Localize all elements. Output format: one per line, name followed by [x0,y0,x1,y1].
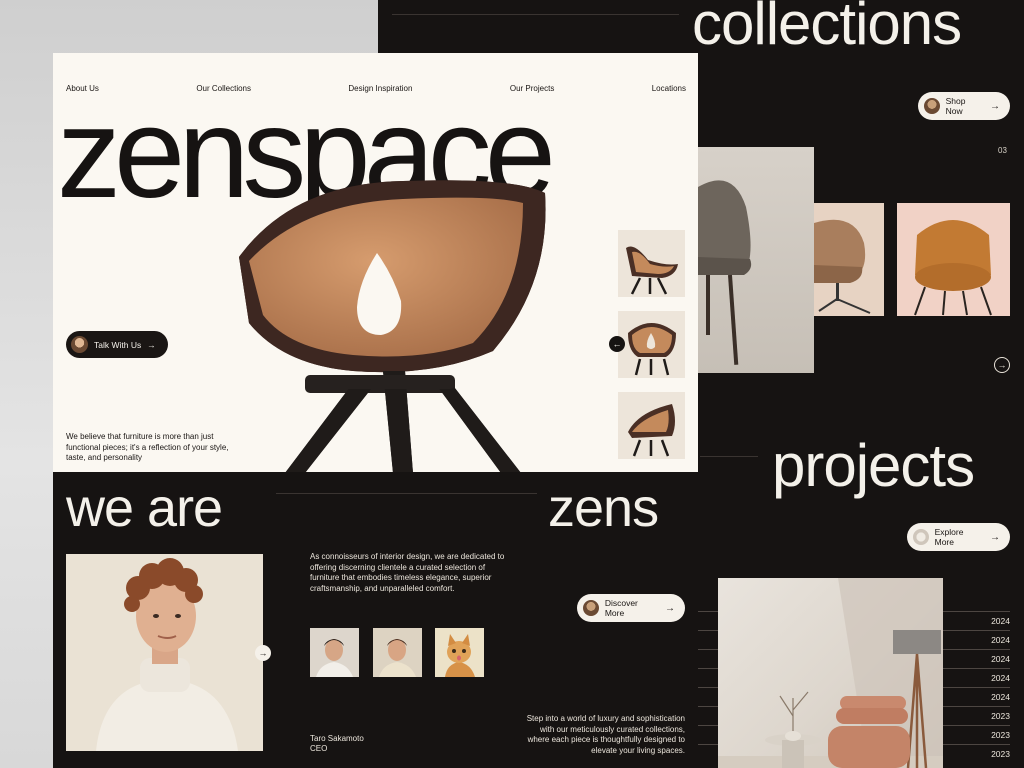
year-item[interactable]: 2023 [943,725,1010,744]
cat-image [445,634,475,677]
team-member-thumbnail[interactable] [310,628,359,677]
team-member-image [379,639,416,677]
discover-more-button[interactable]: Discover More → [577,594,685,622]
arrow-right-icon: → [147,339,156,350]
year-item[interactable]: 2024 [943,687,1010,706]
discover-more-label: Discover More [604,598,638,618]
divider-line [276,493,537,494]
divider-line [700,456,758,457]
divider-line [392,14,679,15]
collection-card-orange-chair[interactable] [897,203,1010,316]
chair-thumb-icon [924,98,940,114]
year-item[interactable]: 2024 [943,611,1010,630]
arrow-right-icon: → [990,531,1000,543]
arrow-right-icon: → [258,648,268,658]
ceo-name: Taro Sakamoto [310,734,364,743]
arrow-right-icon: → [665,602,675,614]
year-item[interactable]: 2024 [943,668,1010,687]
explore-more-label: Explore More [934,527,964,547]
orange-chair-image [914,220,992,316]
about-description: As connoisseurs of interior design, we a… [310,552,505,593]
explore-more-button[interactable]: Explore More → [907,523,1010,551]
year-item[interactable]: 2023 [943,744,1010,763]
room-illustration [718,578,943,768]
collections-heading: collections [692,0,962,57]
year-item[interactable]: 2023 [943,706,1010,725]
project-room-image[interactable] [718,578,943,768]
avatar [71,336,88,353]
team-member-thumbnail[interactable] [373,628,422,677]
projects-heading: projects [772,432,975,499]
arrow-left-icon: ← [612,339,622,349]
ceo-portrait [66,554,263,751]
avatar [583,600,599,616]
project-year-list: 2024 2024 2024 2024 2024 2023 2023 2023 [943,611,1010,763]
portrait-next-button[interactable]: → [255,645,271,661]
chair-thumbnail-back[interactable] [618,392,685,459]
collection-card-grey-chair[interactable] [698,147,814,373]
arrow-right-icon: → [990,100,1000,112]
chair-thumbnail-image [626,246,678,295]
collection-counter: 03 [998,146,1007,155]
hero-tagline: We believe that furniture is more than j… [66,432,229,462]
collection-card-tan-chair[interactable] [814,203,884,316]
talk-with-us-label: Talk With Us [94,339,142,350]
chair-thumbnail-image [628,323,676,376]
year-item[interactable]: 2024 [943,649,1010,668]
about-heading-left: we are [66,478,223,538]
team-member-image [316,639,353,677]
year-item[interactable]: 2024 [943,630,1010,649]
tan-chair-image [814,219,871,314]
chair-thumbnail-front[interactable] [618,311,685,378]
shop-now-label: Shop Now [945,96,966,116]
luxury-description: Step into a world of luxury and sophisti… [526,714,685,755]
collections-next-button[interactable]: → [994,357,1010,373]
year-list-guides [698,611,718,763]
ceo-credit: Taro Sakamoto CEO [310,734,364,754]
grey-chair-image [698,180,752,365]
about-heading-right: zens [548,478,659,538]
team-cat-thumbnail[interactable] [435,628,484,677]
hero-chair-overlay [239,180,546,472]
chair-thumbnail-image [628,404,675,457]
thumbnail-prev-button[interactable]: ← [609,336,625,352]
arrow-right-icon: → [997,360,1007,370]
ceo-role: CEO [310,744,328,753]
portrait-illustration [66,554,263,751]
chair-thumbnail-side[interactable] [618,230,685,297]
room-thumb-icon [913,529,929,545]
shop-now-button[interactable]: Shop Now → [918,92,1010,120]
talk-with-us-button[interactable]: Talk With Us → [66,331,168,358]
